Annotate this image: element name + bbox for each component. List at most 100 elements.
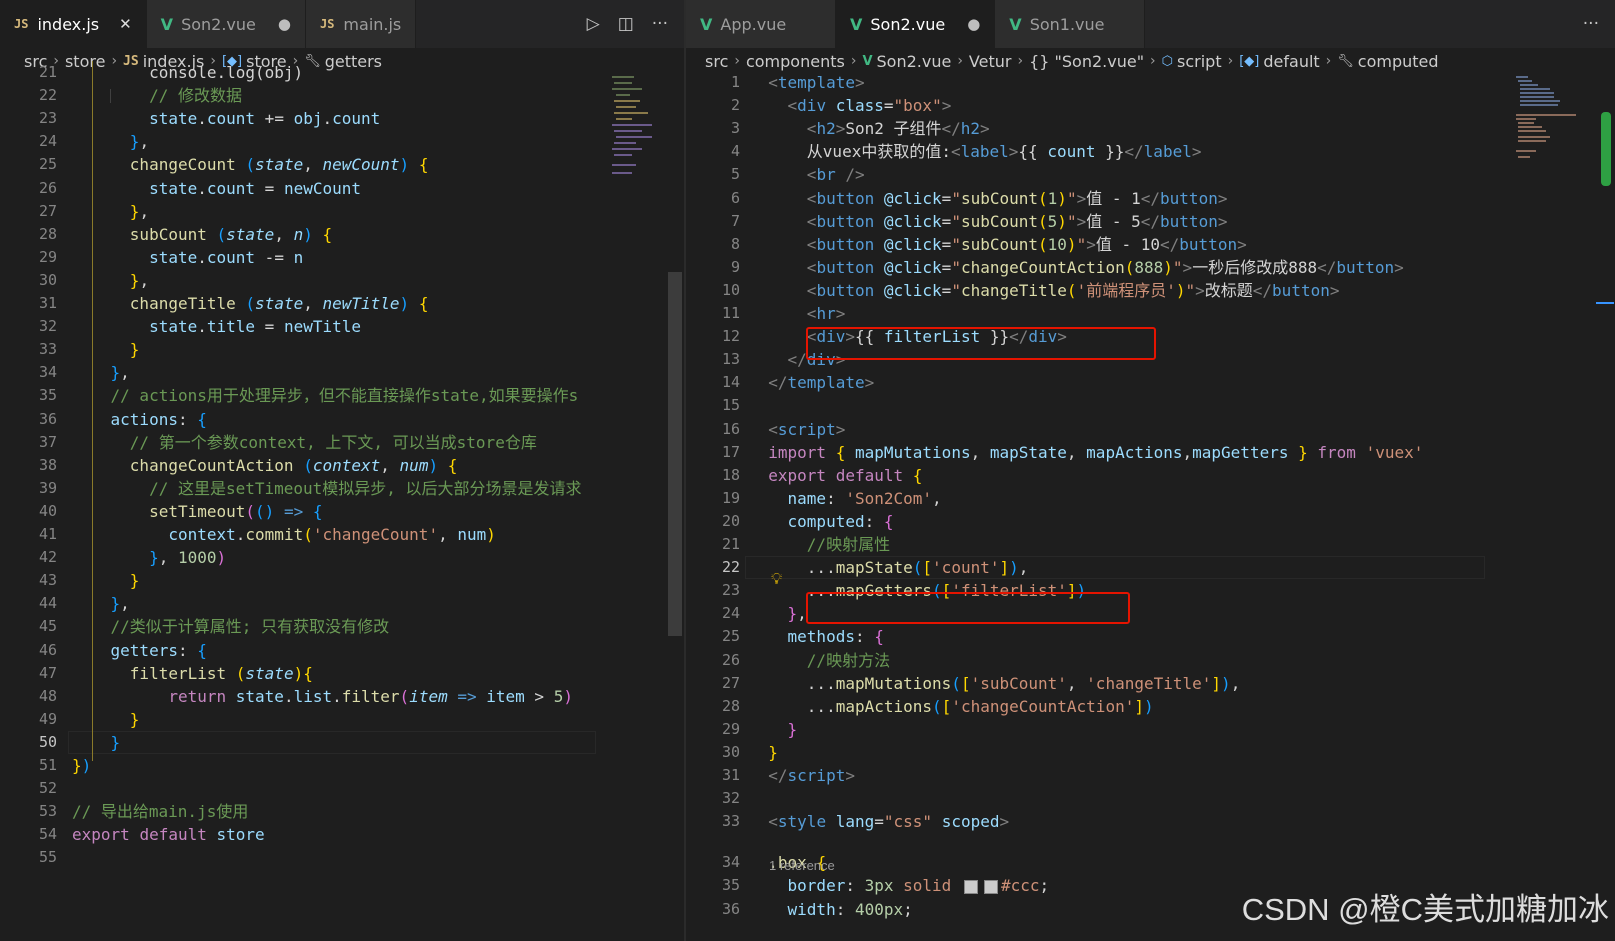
line-number: 11 — [721, 304, 740, 322]
code-line[interactable]: 7 <button @click="subCount(5)">值 - 5</bu… — [686, 210, 1566, 233]
code-line[interactable]: 32 — [686, 787, 1566, 810]
lightbulb-icon[interactable]: 💡︎ — [771, 569, 782, 589]
breadcrumb-item[interactable]: script — [1177, 52, 1222, 71]
close-icon[interactable]: ✕ — [119, 15, 132, 33]
tab-son1-vue[interactable]: V Son1.vue — [995, 0, 1146, 48]
more-actions-icon[interactable]: ··· — [1583, 14, 1599, 34]
line-number: 9 — [730, 257, 740, 276]
line-number: 10 — [721, 280, 740, 299]
code-text: //映射方法 — [806, 650, 891, 670]
code-line[interactable]: 14 </template> — [686, 371, 1566, 394]
code-text: // 这里是setTimeout模拟异步, 以后大部分场景是发请求 — [149, 478, 582, 498]
code-line[interactable]: 3 <h2>Son2 子组件</h2> — [686, 117, 1566, 140]
code-line[interactable]: 2 <div class="box"> — [686, 94, 1566, 117]
breadcrumb-item[interactable]: Vetur — [969, 52, 1012, 71]
breadcrumb-item[interactable]: {} "Son2.vue" — [1029, 52, 1144, 71]
line-number: 37 — [38, 432, 57, 451]
minimap[interactable] — [1514, 74, 1584, 164]
code-text: }, — [129, 270, 150, 290]
code-text: }, — [110, 363, 130, 383]
code-line[interactable]: 4 从vuex中获取的值:<label>{{ count }}</label> — [686, 140, 1566, 163]
line-number: 19 — [721, 488, 740, 507]
code-text: <br /> — [806, 165, 865, 185]
code-line[interactable]: 21 //映射属性 — [686, 533, 1566, 556]
minimap[interactable] — [610, 74, 660, 184]
code-line[interactable]: 20 computed: { — [686, 510, 1566, 533]
code-line[interactable]: 29 } — [686, 718, 1566, 741]
chevron-right-icon: › — [957, 53, 963, 69]
wrench-icon: 🔧︎ — [1337, 53, 1354, 69]
tab-index-js[interactable]: JS index.js ✕ — [0, 0, 147, 48]
split-editor-icon[interactable]: ◫ — [618, 14, 634, 34]
line-number: 44 — [38, 594, 57, 613]
line-number: 5 — [730, 165, 740, 184]
line-number: 26 — [38, 178, 57, 197]
breadcrumb-item[interactable]: components — [746, 52, 845, 71]
run-icon[interactable]: ▷ — [587, 14, 600, 34]
code-text: } — [110, 732, 121, 752]
code-text: </template> — [768, 373, 875, 393]
code-line[interactable]: 31 </script> — [686, 764, 1566, 787]
line-number: 32 — [38, 317, 57, 336]
code-line[interactable]: 55 — [0, 846, 608, 869]
tab-main-js[interactable]: JS main.js — [305, 0, 417, 48]
line-number: 35 — [721, 876, 740, 895]
breadcrumb-item[interactable]: computed — [1358, 52, 1439, 71]
line-number: 31 — [38, 294, 57, 312]
code-line[interactable]: 54 export default store — [0, 823, 608, 846]
left-tab-bar: JS index.js ✕ V Son2.vue ● JS main.js ▷ ◫ ··· — [0, 0, 684, 48]
code-line[interactable]: 1 <template> — [686, 71, 1566, 94]
code-text: border: 3px solid #ccc; — [787, 876, 1050, 896]
line-number: 33 — [721, 812, 740, 831]
code-text: changeCountAction (context, num) { — [129, 455, 458, 475]
tab-son2-vue[interactable]: V Son2.vue ● — [836, 0, 996, 48]
code-line[interactable]: 11 <hr> — [686, 302, 1566, 325]
code-line[interactable]: 16 <script> — [686, 418, 1566, 441]
code-line[interactable]: 5 <br /> — [686, 163, 1566, 186]
code-line[interactable]: 28 ...mapActions(['changeCountAction']) — [686, 695, 1566, 718]
code-line[interactable]: 25 methods: { — [686, 625, 1566, 648]
breadcrumb-item[interactable]: Son2.vue — [877, 52, 952, 71]
codelens-reference[interactable]: 1 reference — [769, 858, 835, 873]
line-number: 45 — [38, 617, 57, 636]
vue-file-icon: V — [160, 14, 174, 34]
code-text: console.log(obj) — [149, 63, 304, 82]
code-line[interactable]: 6 <button @click="subCount(1)">值 - 1</bu… — [686, 187, 1566, 210]
code-line[interactable]: 8 <button @click="subCount(10)">值 - 10</… — [686, 233, 1566, 256]
code-line[interactable]: 53 // 导出给main.js使用 — [0, 800, 608, 823]
chevron-right-icon: › — [1150, 53, 1156, 69]
code-text: export default { — [768, 465, 923, 485]
code-text: <style lang="css" scoped> — [768, 812, 1010, 832]
code-line[interactable]: 18 export default { — [686, 464, 1566, 487]
tab-son2-vue[interactable]: V Son2.vue ● — [146, 0, 306, 48]
code-text: ...mapActions(['changeCountAction']) — [806, 696, 1154, 716]
code-text: import { mapMutations, mapState, mapActi… — [768, 442, 1424, 462]
unsaved-dot-icon[interactable]: ● — [967, 15, 980, 33]
code-line[interactable]: 17 import { mapMutations, mapState, mapA… — [686, 441, 1566, 464]
breadcrumb-item[interactable]: default — [1263, 52, 1319, 71]
code-line[interactable]: 27 ...mapMutations(['subCount', 'changeT… — [686, 672, 1566, 695]
code-line[interactable]: 26 //映射方法 — [686, 649, 1566, 672]
code-line[interactable]: 22 ...mapState(['count']), — [686, 556, 1566, 579]
line-number: 23 — [38, 109, 57, 128]
line-number: 47 — [38, 663, 57, 682]
vertical-scrollbar[interactable] — [668, 272, 682, 636]
line-number: 51 — [38, 756, 57, 774]
unsaved-dot-icon[interactable]: ● — [278, 15, 291, 33]
vertical-scrollbar-thumb[interactable] — [1601, 112, 1611, 186]
breadcrumb-item[interactable]: src — [705, 52, 728, 71]
line-number: 48 — [38, 686, 57, 705]
line-number: 12 — [721, 327, 740, 346]
more-actions-icon[interactable]: ··· — [652, 14, 668, 34]
code-line[interactable]: 15 — [686, 394, 1566, 417]
code-text: } — [129, 709, 140, 729]
code-line[interactable]: 9 <button @click="changeCountAction(888)… — [686, 256, 1566, 279]
code-line[interactable]: 52 — [0, 777, 608, 800]
code-text: } — [129, 571, 140, 591]
code-line[interactable]: 19 name: 'Son2Com', — [686, 487, 1566, 510]
tab-app-vue[interactable]: V App.vue — [686, 0, 836, 48]
code-line[interactable]: 33 <style lang="css" scoped> — [686, 810, 1566, 833]
code-line[interactable]: 10 <button @click="changeTitle('前端程序员')"… — [686, 279, 1566, 302]
code-line[interactable]: 30 } — [686, 741, 1566, 764]
line-number: 20 — [721, 511, 740, 530]
